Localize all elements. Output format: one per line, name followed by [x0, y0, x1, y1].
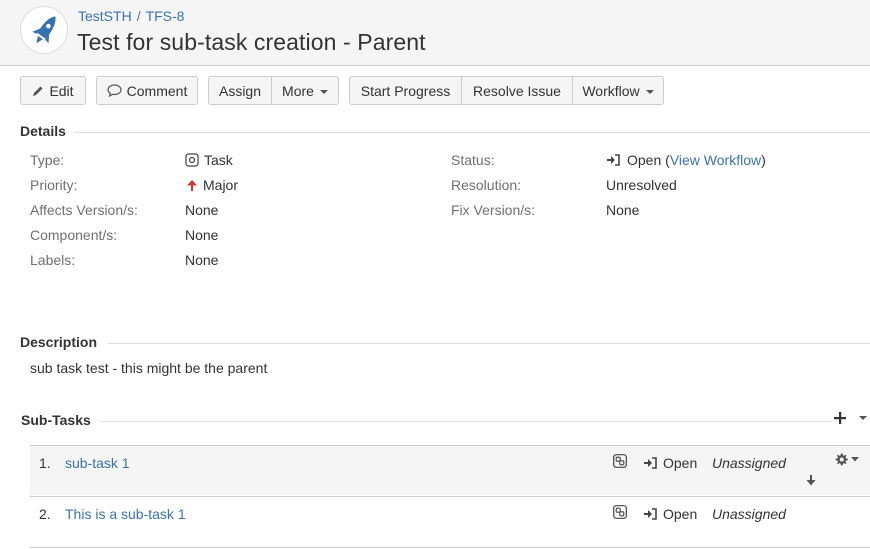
- description-divider: [108, 343, 870, 344]
- subtask-status-text: Open: [663, 506, 698, 522]
- resolution-label: Resolution:: [451, 177, 522, 193]
- subtask-number: 2.: [39, 506, 51, 522]
- status-value-text: Open: [627, 152, 662, 168]
- subtask-assignee: Unassigned: [712, 455, 786, 471]
- subtask-row[interactable]: 2. This is a sub-task 1 Open Unassigned: [30, 496, 870, 546]
- subtask-summary-link[interactable]: sub-task 1: [65, 455, 130, 471]
- create-subtask-plus-icon[interactable]: [834, 412, 846, 424]
- details-heading: Details: [20, 123, 66, 139]
- subtask-assignee: Unassigned: [712, 506, 786, 522]
- description-text[interactable]: sub task test - this might be the parent: [30, 360, 267, 376]
- subtask-number: 1.: [39, 455, 51, 471]
- workflow-button-label: Workflow: [582, 82, 640, 99]
- chevron-down-icon: [319, 89, 328, 94]
- subtask-actions-gear-icon[interactable]: [835, 453, 859, 466]
- priority-major-icon: [186, 179, 198, 192]
- issue-title[interactable]: Test for sub-task creation - Parent: [77, 29, 426, 56]
- chevron-down-icon: [645, 89, 654, 94]
- subtasks-heading: Sub-Tasks: [21, 412, 91, 428]
- affects-version-label: Affects Version/s:: [30, 202, 138, 218]
- affects-version-value: None: [185, 202, 219, 218]
- breadcrumb-issue-key-link[interactable]: TFS-8: [146, 8, 185, 24]
- components-value: None: [185, 227, 219, 243]
- priority-value-text: Major: [203, 177, 239, 193]
- project-avatar-rocket-icon[interactable]: [20, 6, 68, 54]
- more-button-label: More: [282, 82, 314, 99]
- subtask-summary-link[interactable]: This is a sub-task 1: [65, 506, 186, 522]
- start-progress-button[interactable]: Start Progress: [349, 76, 462, 105]
- task-type-icon: [185, 153, 199, 167]
- fix-version-value: None: [606, 202, 640, 218]
- move-down-arrow-icon[interactable]: [806, 473, 816, 489]
- subtask-options-chevron-down-icon[interactable]: [858, 415, 868, 421]
- type-label: Type:: [30, 152, 65, 168]
- subtasks-bottom-divider: [30, 547, 870, 548]
- subtask-type-icon: [613, 505, 627, 522]
- comment-button[interactable]: Comment: [96, 76, 198, 105]
- view-workflow-link[interactable]: View Workflow: [670, 152, 761, 168]
- status-value: Open (View Workflow): [606, 152, 766, 168]
- subtasks-divider: [100, 421, 832, 422]
- more-dropdown-button[interactable]: More: [271, 76, 339, 105]
- description-heading: Description: [20, 334, 98, 350]
- resolve-issue-button[interactable]: Resolve Issue: [461, 76, 573, 105]
- status-open-icon: [644, 457, 657, 469]
- priority-label: Priority:: [30, 177, 78, 193]
- priority-value: Major: [186, 177, 238, 193]
- components-label: Component/s:: [30, 227, 118, 243]
- subtasks-tools: [834, 412, 870, 424]
- comment-button-label: Comment: [126, 82, 188, 99]
- breadcrumb: TestSTH / TFS-8: [78, 8, 184, 24]
- subtask-row[interactable]: 1. sub-task 1 Open Unassigned: [30, 445, 870, 495]
- details-divider: [74, 132, 870, 133]
- fix-version-label: Fix Version/s:: [451, 202, 536, 218]
- edit-button-label: Edit: [49, 82, 74, 99]
- workflow-dropdown-button[interactable]: Workflow: [572, 76, 664, 105]
- labels-value: None: [185, 252, 219, 268]
- subtask-status: Open: [643, 455, 697, 471]
- subtask-status-text: Open: [663, 455, 698, 471]
- assign-button[interactable]: Assign: [208, 76, 272, 105]
- type-value: Task: [185, 152, 233, 168]
- resolution-value: Unresolved: [606, 177, 677, 193]
- comment-bubble-icon: [107, 84, 122, 97]
- status-open-icon: [606, 153, 622, 167]
- subtask-type-icon: [613, 454, 627, 471]
- breadcrumb-project-link[interactable]: TestSTH: [78, 8, 132, 24]
- labels-label: Labels:: [30, 252, 76, 268]
- view-workflow-close-paren: ): [761, 152, 766, 168]
- chevron-down-icon: [851, 457, 859, 462]
- type-value-text: Task: [204, 152, 233, 168]
- issue-header: TestSTH / TFS-8 Test for sub-task creation…: [0, 0, 870, 66]
- breadcrumb-separator: /: [136, 8, 141, 24]
- pencil-icon: [33, 86, 43, 96]
- subtask-status: Open: [643, 506, 697, 522]
- status-label: Status:: [451, 152, 495, 168]
- status-open-icon: [644, 508, 657, 520]
- edit-button[interactable]: Edit: [20, 76, 86, 105]
